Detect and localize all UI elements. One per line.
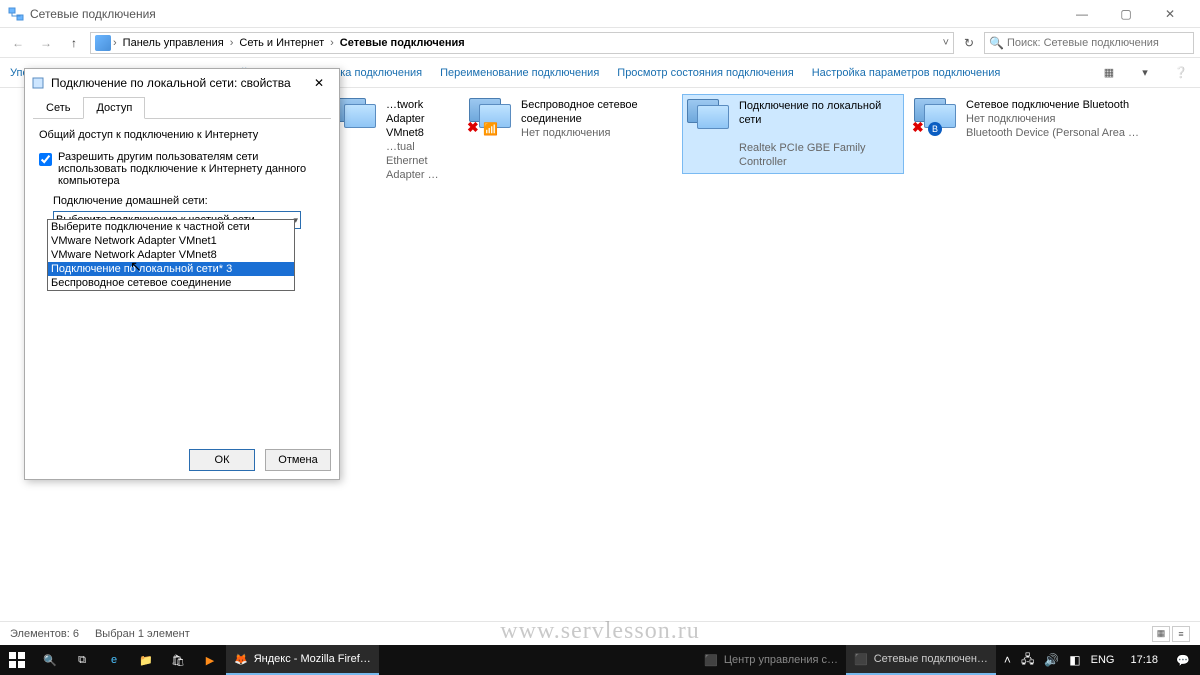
dropdown-option[interactable]: Выберите подключение к частной сети [48, 220, 294, 234]
close-button[interactable]: ✕ [1148, 0, 1192, 28]
cancel-button[interactable]: Отмена [265, 449, 331, 471]
connection-wireless[interactable]: ✖ 📶 Беспроводное сетевое соединение Нет … [465, 94, 700, 144]
dropdown-option[interactable]: Подключение по локальной сети* 3 [48, 262, 294, 276]
minimize-button[interactable]: — [1060, 0, 1104, 28]
location-icon [95, 35, 111, 51]
connection-lan[interactable]: Подключение по локальной сети Realtek PC… [682, 94, 904, 174]
taskbar-netconnections[interactable]: ⬛Сетевые подключен… [846, 645, 996, 675]
breadcrumb-chevron-icon[interactable]: ˅ [943, 37, 949, 49]
error-x-icon: ✖ [467, 119, 479, 136]
system-tray: ˄ 🖧 🔊 ◧ ENG 17:18 💬 [996, 645, 1200, 675]
tray-language[interactable]: ENG [1091, 654, 1115, 666]
back-button[interactable]: ← [6, 31, 30, 55]
properties-dialog: Подключение по локальной сети: свойства … [24, 68, 340, 480]
dropdown-option[interactable]: VMware Network Adapter VMnet8 [48, 248, 294, 262]
ok-button[interactable]: ОК [189, 449, 255, 471]
tb-status[interactable]: Просмотр состояния подключения [617, 67, 793, 79]
view-icons-button[interactable]: ▦ [1100, 64, 1118, 82]
window-title: Сетевые подключения [30, 7, 156, 21]
taskbar: 🔍 ⧉ e 📁 🛍 ▶ 🦊 Яндекс - Mozilla Firef… ⬛Ц… [0, 645, 1200, 675]
home-connection-label: Подключение домашней сети: [53, 195, 325, 207]
taskbar-mediaplayer[interactable]: ▶ [194, 645, 226, 675]
dropdown-option[interactable]: VMware Network Adapter VMnet1 [48, 234, 294, 248]
help-button[interactable]: ❔ [1172, 64, 1190, 82]
allow-sharing-checkbox[interactable]: Разрешить другим пользователям сети испо… [39, 151, 325, 187]
refresh-button[interactable]: ↻ [958, 36, 980, 50]
taskbar-edge[interactable]: e [98, 645, 130, 675]
dropdown-option[interactable]: Беспроводное сетевое соединение [48, 276, 294, 290]
bc-network-internet[interactable]: Сеть и Интернет [235, 37, 328, 49]
taskbar-search[interactable]: 🔍 [34, 645, 66, 675]
sharing-group-label: Общий доступ к подключению к Интернету [39, 129, 325, 141]
view-details[interactable]: ≡ [1172, 626, 1190, 642]
network-icon [8, 6, 24, 22]
status-selected: Выбран 1 элемент [95, 628, 190, 640]
status-bar: Элементов: 6 Выбран 1 элемент ▦ ≡ [0, 621, 1200, 645]
tab-network[interactable]: Сеть [33, 97, 83, 119]
bc-control-panel[interactable]: Панель управления [119, 37, 228, 49]
bc-connections[interactable]: Сетевые подключения [336, 37, 469, 49]
search-input[interactable] [1007, 37, 1189, 49]
breadcrumb[interactable]: › Панель управления › Сеть и Интернет › … [90, 32, 954, 54]
taskbar-item[interactable]: ⬛Центр управления с… [696, 645, 846, 675]
home-connection-dropdown[interactable]: Выберите подключение к частной сети VMwa… [47, 219, 295, 291]
taskbar-firefox[interactable]: 🦊 Яндекс - Mozilla Firef… [226, 645, 379, 675]
tab-access[interactable]: Доступ [83, 97, 145, 119]
search-box[interactable]: 🔍 [984, 32, 1194, 54]
tray-clock[interactable]: 17:18 [1124, 654, 1164, 666]
maximize-button[interactable]: ▢ [1104, 0, 1148, 28]
firefox-icon: 🦊 [234, 653, 248, 666]
tb-rename[interactable]: Переименование подключения [440, 67, 599, 79]
taskbar-store[interactable]: 🛍 [162, 645, 194, 675]
taskbar-explorer[interactable]: 📁 [130, 645, 162, 675]
dialog-titlebar[interactable]: Подключение по локальной сети: свойства … [25, 69, 339, 97]
tb-settings[interactable]: Настройка параметров подключения [812, 67, 1001, 79]
start-button[interactable] [0, 645, 34, 675]
bluetooth-icon: B [928, 122, 942, 136]
tray-volume-icon[interactable]: 🔊 [1044, 653, 1059, 667]
forward-button[interactable]: → [34, 31, 58, 55]
window-titlebar: Сетевые подключения — ▢ ✕ [0, 0, 1200, 28]
search-icon: 🔍 [989, 36, 1003, 50]
adapter-icon [31, 76, 45, 90]
taskbar-taskview[interactable]: ⧉ [66, 645, 98, 675]
status-count: Элементов: 6 [10, 628, 79, 640]
error-x-icon: ✖ [912, 119, 924, 136]
dialog-title: Подключение по локальной сети: свойства [51, 76, 291, 90]
tray-app-icon[interactable]: ◧ [1069, 653, 1080, 667]
view-details-button[interactable]: ▾ [1136, 64, 1154, 82]
wifi-bars-icon: 📶 [483, 122, 498, 136]
allow-sharing-input[interactable] [39, 153, 52, 166]
up-button[interactable]: ↑ [62, 31, 86, 55]
nav-bar: ← → ↑ › Панель управления › Сеть и Интер… [0, 28, 1200, 58]
connection-vmnet8[interactable]: …twork Adapter VMnet8 …tual Ethernet Ada… [330, 94, 460, 186]
tray-chevron-icon[interactable]: ˄ [1004, 653, 1011, 667]
connection-bluetooth[interactable]: ✖ B Сетевое подключение Bluetooth Нет по… [910, 94, 1145, 144]
view-large-icons[interactable]: ▦ [1152, 626, 1170, 642]
tray-notifications[interactable]: 💬 [1174, 645, 1192, 675]
tray-network-icon[interactable]: 🖧 [1021, 650, 1034, 671]
dialog-close-button[interactable]: ✕ [305, 73, 333, 93]
